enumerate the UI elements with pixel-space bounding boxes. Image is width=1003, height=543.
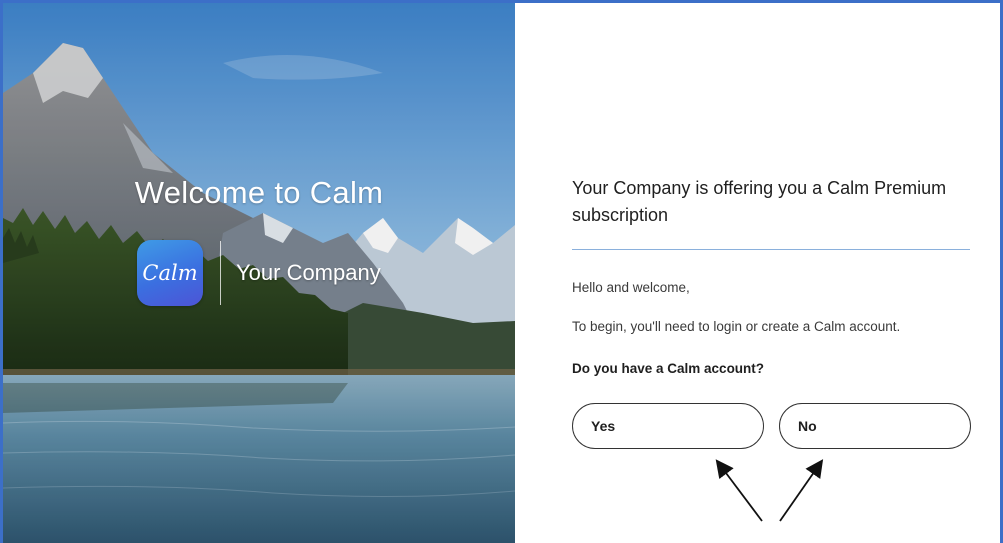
company-name: Your Company bbox=[236, 260, 381, 285]
brand-divider bbox=[220, 241, 221, 305]
welcome-title: Welcome to Calm bbox=[134, 175, 384, 210]
headline-divider bbox=[572, 249, 970, 250]
page-frame: Welcome to Calm Calm Your Company Your C… bbox=[0, 0, 1003, 543]
annotation-arrows bbox=[715, 459, 824, 522]
calm-app-icon: Calm bbox=[137, 240, 203, 306]
hero-image: Welcome to Calm Calm Your Company bbox=[3, 3, 515, 543]
greeting-text: Hello and welcome, bbox=[572, 280, 690, 295]
instruction-text: To begin, you'll need to login or create… bbox=[572, 319, 901, 334]
annotation-arrow-yes bbox=[715, 459, 763, 522]
no-button[interactable]: No bbox=[779, 403, 971, 449]
yes-button[interactable]: Yes bbox=[572, 403, 764, 449]
app-icon-text: Calm bbox=[142, 261, 198, 285]
brand-row: Calm Your Company bbox=[137, 239, 381, 307]
offer-headline: Your Company is offering you a Calm Prem… bbox=[572, 178, 947, 225]
annotation-arrow-no bbox=[779, 459, 824, 522]
account-question: Do you have a Calm account? bbox=[572, 361, 765, 376]
